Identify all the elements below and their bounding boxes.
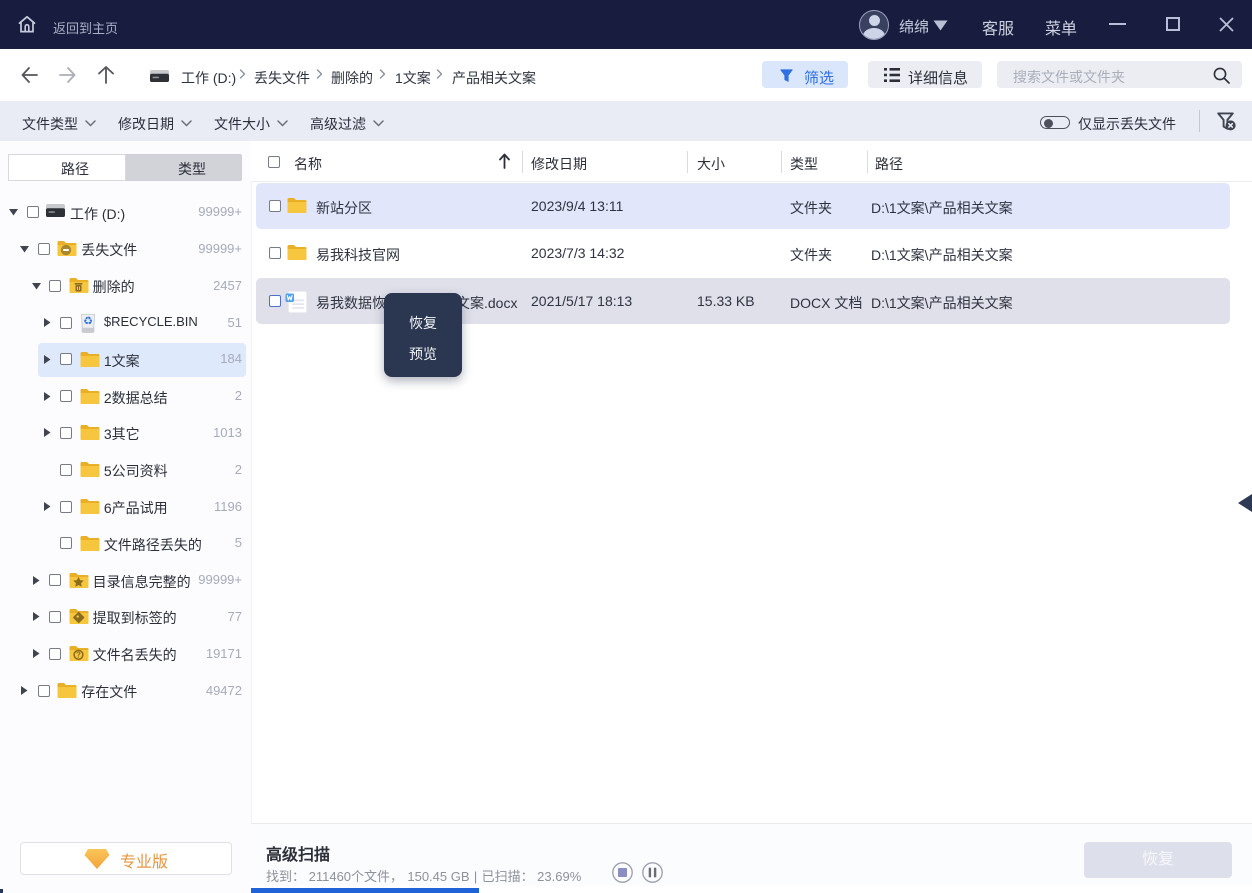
svg-text:?: ? (76, 651, 81, 660)
svg-text:♻: ♻ (83, 316, 93, 328)
